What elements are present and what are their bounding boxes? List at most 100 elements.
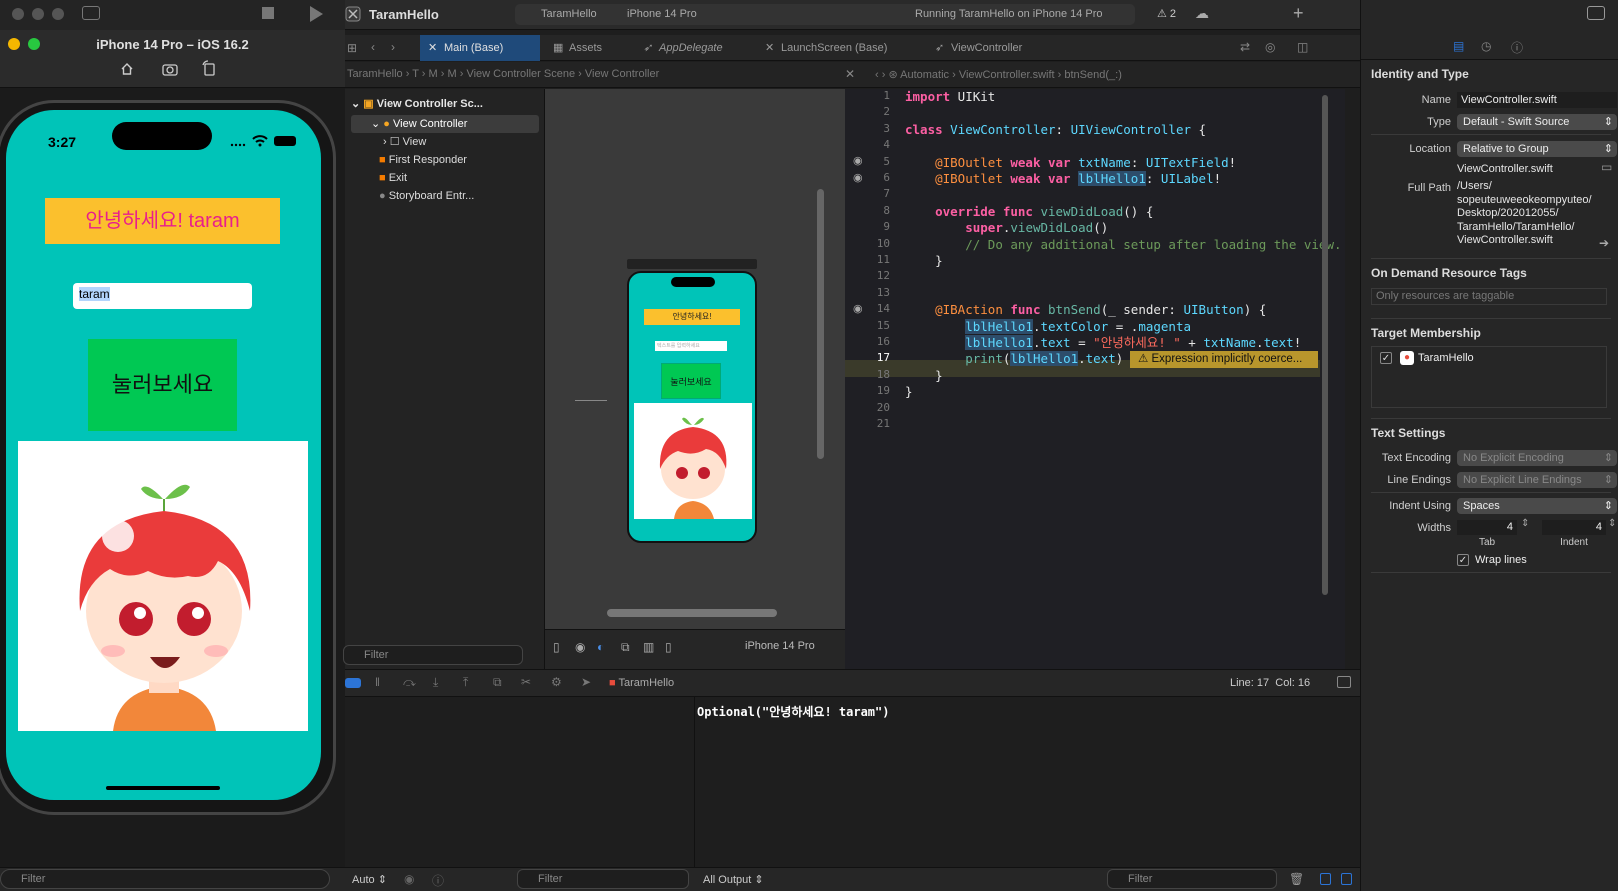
run-destination[interactable]: iPhone 14 Pro — [627, 8, 697, 20]
action-connection-icon[interactable]: ◉ — [853, 302, 863, 315]
wrap-lines-checkbox[interactable]: ✓ — [1457, 554, 1469, 566]
inspector-toggle-icon[interactable] — [1587, 6, 1605, 20]
accessibility-icon[interactable]: ◉ — [575, 640, 585, 654]
file-inspector-icon[interactable]: ▤ — [1453, 39, 1464, 53]
tab-viewcontroller[interactable]: ➶ ViewController — [927, 35, 1032, 61]
scene-dock[interactable] — [627, 259, 757, 269]
related-items-icon[interactable]: ⇄ — [1240, 40, 1250, 54]
add-icon[interactable]: + — [1293, 3, 1304, 24]
canvas-greeting-label[interactable]: 안녕하세요! — [644, 309, 740, 325]
output-selector[interactable]: All Output ⇕ — [703, 873, 764, 886]
outlet-connection-icon[interactable]: ◉ — [853, 171, 863, 184]
split-editor-icon[interactable]: ◫ — [1297, 40, 1308, 54]
storyboard-canvas[interactable]: 안녕하세요! 텍스트를 입력하세요 눌러보세요 — [545, 89, 845, 629]
text-encoding-select[interactable]: No Explicit Encoding ⇕ — [1457, 450, 1617, 466]
send-button[interactable]: 눌러보세요 — [88, 339, 237, 431]
assistant-icon[interactable]: ◎ — [1265, 40, 1275, 54]
device-icon[interactable]: ▯ — [665, 640, 672, 654]
show-console-icon[interactable] — [1341, 873, 1352, 885]
step-over-icon[interactable]: ⤼ — [403, 675, 416, 690]
outline-view-controller[interactable]: ⌄ ● View Controller — [351, 115, 539, 133]
canvas-scrollbar[interactable] — [607, 609, 777, 617]
appearance-icon[interactable]: ◐ — [597, 640, 604, 654]
console-filter[interactable]: Filter — [1107, 869, 1277, 889]
name-field[interactable]: ViewController.swift — [1457, 92, 1617, 108]
target-checkbox[interactable]: ✓ — [1380, 352, 1392, 364]
environment-icon[interactable]: ⚙ — [551, 675, 562, 689]
editor-scrollbar[interactable] — [1322, 95, 1328, 595]
indent-width-stepper[interactable]: ⇕ — [1608, 518, 1616, 529]
zoom-dot[interactable] — [52, 8, 64, 20]
indent-width-field[interactable]: 4 — [1542, 520, 1606, 535]
history-inspector-icon[interactable]: ◷ — [1481, 39, 1491, 53]
canvas-text-field[interactable]: 텍스트를 입력하세요 — [655, 341, 727, 351]
rotate-icon[interactable] — [202, 60, 216, 76]
name-text-field[interactable]: taram — [73, 283, 252, 309]
tab-width-stepper[interactable]: ⇕ — [1521, 518, 1529, 529]
warning-annotation[interactable]: ⚠ Expression implicitly coerce... — [1130, 351, 1318, 368]
type-select[interactable]: Default - Swift Source ⇕ — [1457, 114, 1617, 130]
help-inspector-icon[interactable]: ⓘ — [1511, 39, 1523, 56]
outline-toggle-icon[interactable]: ▯ — [553, 640, 560, 654]
jump-bar-left[interactable]: TaramHello › T › M › M › View Controller… — [347, 68, 659, 80]
outline-scene[interactable]: ⌄ ▣ View Controller Sc... — [345, 97, 545, 115]
variables-view[interactable] — [345, 697, 695, 867]
simulator-filter[interactable]: Filter — [0, 869, 330, 889]
activity-bar[interactable]: TaramHello iPhone 14 Pro Running TaramHe… — [515, 4, 1135, 25]
location-icon[interactable]: ➤ — [581, 675, 591, 689]
minimize-dot[interactable] — [32, 8, 44, 20]
eye-icon[interactable]: ◉ — [404, 872, 414, 886]
canvas-vertical-scrollbar[interactable] — [817, 189, 824, 459]
tab-appdelegate[interactable]: ➶ AppDelegate — [635, 35, 733, 61]
tab-launchscreen[interactable]: ✕ LaunchScreen (Base) — [757, 35, 897, 61]
info-icon[interactable]: ⓘ — [432, 872, 444, 889]
odr-tags-field[interactable]: Only resources are taggable — [1371, 288, 1607, 305]
step-into-icon[interactable]: ⤓ — [433, 675, 438, 690]
tab-width-field[interactable]: 4 — [1457, 520, 1517, 535]
reveal-arrow-icon[interactable]: ➔ — [1599, 236, 1609, 250]
code-editor[interactable]: 1 2 3 4 5 6 7 8 9 10 11 12 13 14 15 16 1… — [845, 89, 1345, 669]
outline-exit[interactable]: ■ Exit — [345, 169, 545, 187]
close-dot[interactable] — [12, 8, 24, 20]
layout-icon[interactable]: ▥ — [643, 640, 654, 654]
canvas-image-view[interactable] — [634, 403, 752, 519]
outlet-connection-icon[interactable]: ◉ — [853, 154, 863, 167]
outline-filter[interactable]: Filter — [343, 645, 523, 665]
scheme-name[interactable]: TaramHello — [541, 8, 597, 20]
sidebar-toggle-icon[interactable] — [82, 6, 100, 20]
indent-using-select[interactable]: Spaces ⇕ — [1457, 498, 1617, 514]
canvas-button[interactable]: 눌러보세요 — [661, 363, 721, 399]
orientation-icon[interactable]: ⧉ — [621, 640, 630, 655]
outline-view[interactable]: › ☐ View — [345, 133, 545, 151]
auto-dropdown[interactable]: Auto ⇕ — [352, 873, 387, 886]
run-icon[interactable] — [310, 6, 323, 22]
location-select[interactable]: Relative to Group ⇕ — [1457, 141, 1617, 157]
console-view[interactable]: Optional("안녕하세요! taram") — [695, 697, 1360, 867]
back-icon[interactable]: ‹ — [371, 40, 375, 54]
outline-storyboard-entry[interactable]: ● Storyboard Entr... — [345, 187, 545, 205]
canvas-device-label[interactable]: iPhone 14 Pro — [745, 640, 815, 652]
home-icon[interactable] — [120, 62, 134, 76]
view-hierarchy-icon[interactable]: ⧉ — [493, 675, 502, 690]
step-out-icon[interactable]: ⤒ — [463, 675, 468, 690]
memory-graph-icon[interactable]: ✂ — [521, 675, 531, 689]
cloud-icon[interactable]: ☁ — [1195, 5, 1209, 22]
stop-icon[interactable] — [262, 7, 274, 19]
jump-bar-right[interactable]: ‹ › ⊛ Automatic › ViewController.swift ›… — [875, 68, 1122, 81]
folder-icon[interactable]: ▭ — [1601, 160, 1612, 174]
forward-icon[interactable]: › — [391, 40, 395, 54]
canvas-phone[interactable]: 안녕하세요! 텍스트를 입력하세요 눌러보세요 — [627, 271, 757, 543]
outline-first-responder[interactable]: ■ First Responder — [345, 151, 545, 169]
warning-count[interactable]: ⚠ 2 — [1157, 7, 1176, 20]
hide-debug-area-icon[interactable] — [1337, 676, 1351, 688]
variables-filter[interactable]: Filter — [517, 869, 689, 889]
trash-icon[interactable]: 🗑 — [1289, 872, 1304, 886]
tab-assets[interactable]: ▦ Assets — [545, 35, 612, 61]
grid-icon[interactable]: ⊞ — [347, 41, 357, 55]
line-endings-select[interactable]: No Explicit Line Endings ⇕ — [1457, 472, 1617, 488]
close-editor-icon[interactable]: ✕ — [845, 67, 855, 81]
screenshot-icon[interactable] — [162, 62, 178, 76]
breakpoints-toggle-icon[interactable] — [345, 678, 361, 688]
tab-main-base[interactable]: ✕ Main (Base) — [420, 35, 540, 61]
show-variables-icon[interactable] — [1320, 873, 1331, 885]
